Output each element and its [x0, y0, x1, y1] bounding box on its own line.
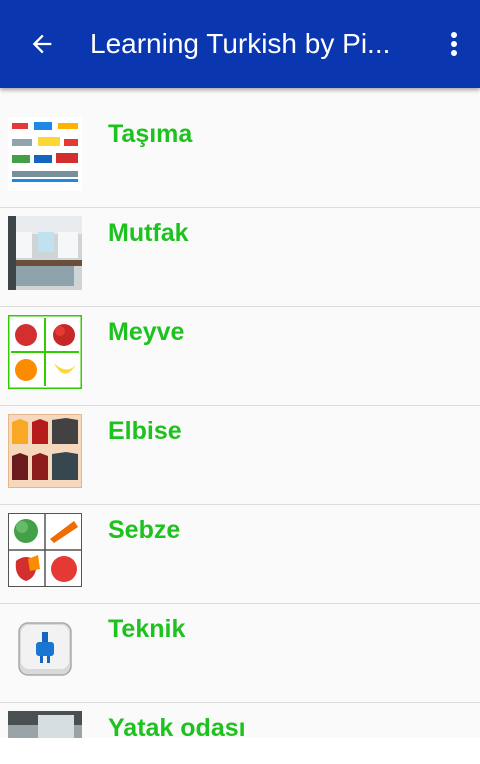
list-item[interactable]: Mutfak [0, 208, 480, 307]
clothes-thumbnail [8, 414, 82, 488]
category-label: Taşıma [108, 120, 193, 148]
list-item[interactable]: Elbise [0, 406, 480, 505]
category-label: Elbise [108, 417, 182, 445]
list-item[interactable]: Meyve [0, 307, 480, 406]
category-label: Teknik [108, 615, 186, 643]
category-label: Mutfak [108, 219, 189, 247]
list-item[interactable]: Taşıma [0, 109, 480, 208]
back-button[interactable] [14, 22, 70, 66]
app-bar: Learning Turkish by Pi... [0, 0, 480, 88]
bedroom-thumbnail [8, 711, 82, 738]
category-list[interactable]: Taşıma Mutfak Meyve Elbise Sebze Teknik … [0, 88, 480, 738]
list-item[interactable]: Yatak odası [0, 703, 480, 738]
vegetable-thumbnail [8, 513, 82, 587]
overflow-menu-button[interactable] [436, 22, 472, 66]
fruit-thumbnail [8, 315, 82, 389]
category-label: Yatak odası [108, 714, 246, 738]
list-item[interactable]: Sebze [0, 505, 480, 604]
app-title: Learning Turkish by Pi... [90, 28, 391, 59]
kitchen-thumbnail [8, 216, 82, 290]
category-label: Meyve [108, 318, 185, 346]
more-vertical-icon [451, 32, 457, 56]
transport-thumbnail [8, 117, 82, 191]
arrow-left-icon [32, 34, 52, 54]
plug-thumbnail [8, 612, 82, 686]
bottom-edge [0, 738, 480, 764]
list-item[interactable]: Teknik [0, 604, 480, 703]
category-label: Sebze [108, 516, 181, 544]
